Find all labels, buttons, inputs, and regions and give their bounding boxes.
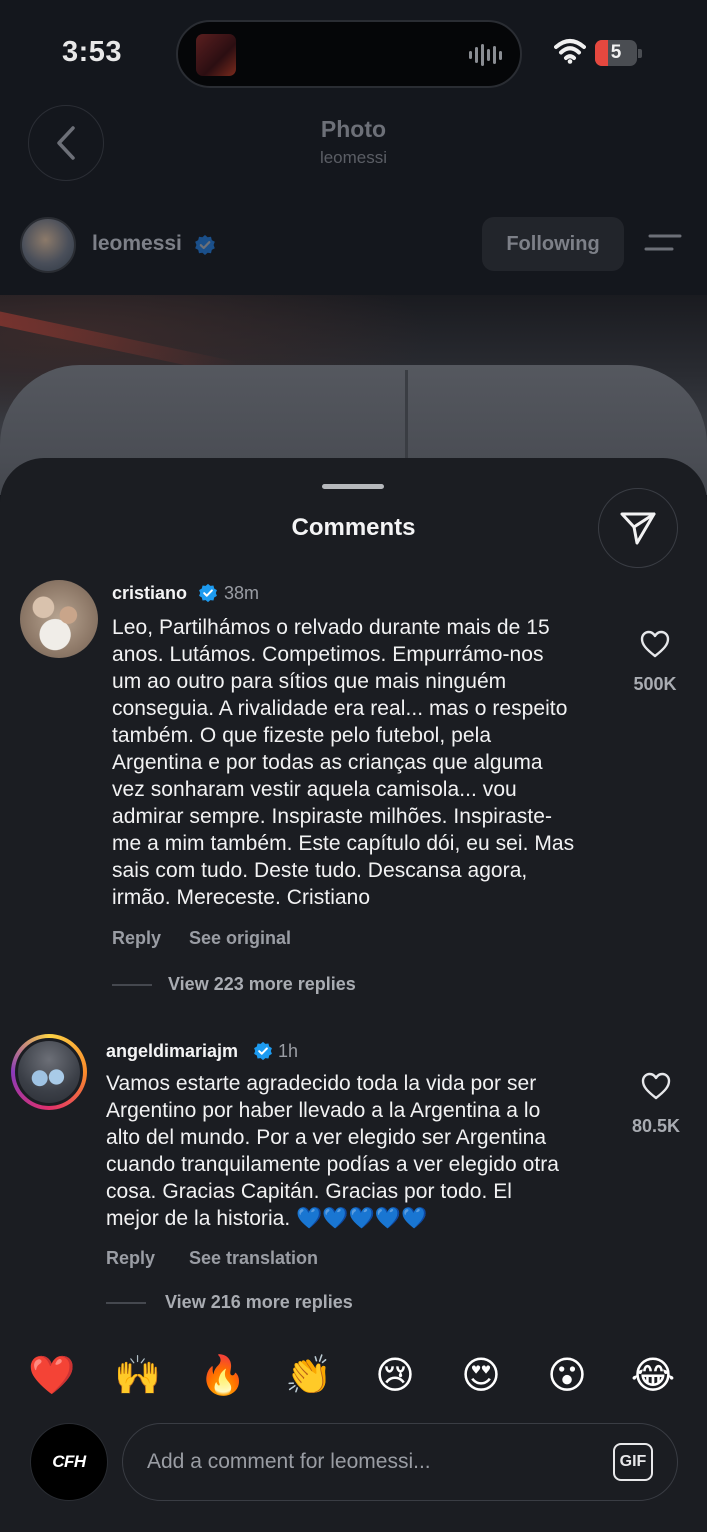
reaction-heart-eyes[interactable]: 😍: [456, 1350, 506, 1400]
reply-button[interactable]: Reply: [112, 928, 161, 949]
following-button[interactable]: Following: [482, 217, 624, 271]
heart-icon[interactable]: [641, 1072, 671, 1100]
view-replies-button[interactable]: View 223 more replies: [168, 974, 356, 995]
heart-icon[interactable]: [640, 630, 670, 658]
dynamic-island[interactable]: [176, 20, 522, 88]
page-title: Photo: [320, 116, 387, 142]
see-translation-button[interactable]: See translation: [189, 1248, 318, 1269]
reaction-raised-hands[interactable]: 🙌: [113, 1350, 163, 1400]
like-count: 500K: [633, 674, 677, 694]
comment-text: Vamos estarte agradecido toda la vida po…: [106, 1072, 559, 1230]
comment-input[interactable]: Add a comment for leomessi... GIF: [122, 1423, 678, 1501]
sheet-grabber[interactable]: [322, 484, 384, 489]
comment-timestamp: 38m: [224, 583, 260, 603]
commenter-avatar[interactable]: [15, 1038, 83, 1106]
reaction-crying[interactable]: 😢: [370, 1350, 420, 1400]
view-replies-button[interactable]: View 216 more replies: [165, 1292, 353, 1313]
page-subtitle: leomessi: [319, 148, 388, 167]
reaction-heart[interactable]: ❤️: [27, 1350, 77, 1400]
replies-divider: [112, 984, 152, 986]
quick-reactions-bar: ❤️ 🙌 🔥 👏 😢 😍 😮 😂: [0, 1350, 707, 1400]
see-original-button[interactable]: See original: [189, 928, 291, 949]
current-user-avatar: CFH: [30, 1423, 108, 1501]
now-playing-thumbnail: [196, 34, 236, 76]
reaction-laughing[interactable]: 😂: [628, 1350, 678, 1400]
status-bar: 3:53 5: [0, 0, 707, 100]
comment-text: Leo, Partilhámos o relvado durante mais …: [112, 616, 575, 909]
reply-button[interactable]: Reply: [106, 1248, 155, 1269]
wifi-icon: [554, 39, 586, 64]
current-user-avatar-text: CFH: [52, 1452, 86, 1471]
like-count: 80.5K: [631, 1116, 681, 1136]
status-time: 3:53: [62, 36, 123, 68]
commenter-avatar[interactable]: [20, 580, 98, 658]
comment-timestamp: 1h: [278, 1041, 299, 1061]
verified-badge-icon: [199, 583, 217, 603]
audio-waveform-icon: [469, 44, 502, 66]
comment-input-placeholder: Add a comment for leomessi...: [147, 1450, 431, 1473]
menu-icon[interactable]: [644, 232, 682, 254]
author-username[interactable]: leomessi: [92, 232, 182, 256]
reaction-clap[interactable]: 👏: [284, 1350, 334, 1400]
reaction-fire[interactable]: 🔥: [198, 1350, 248, 1400]
send-icon: [620, 512, 656, 545]
verified-badge-icon: [195, 235, 215, 255]
replies-divider: [106, 1302, 146, 1304]
battery-level: 5: [610, 42, 622, 63]
reaction-surprised[interactable]: 😮: [542, 1350, 592, 1400]
battery-icon: 5: [595, 40, 643, 66]
commenter-username[interactable]: cristiano: [112, 583, 187, 604]
verified-badge-icon: [254, 1041, 272, 1061]
commenter-username[interactable]: angeldimariajm: [106, 1041, 238, 1062]
gif-button[interactable]: GIF: [613, 1443, 653, 1481]
share-button[interactable]: [598, 488, 678, 568]
author-avatar[interactable]: [20, 217, 76, 273]
